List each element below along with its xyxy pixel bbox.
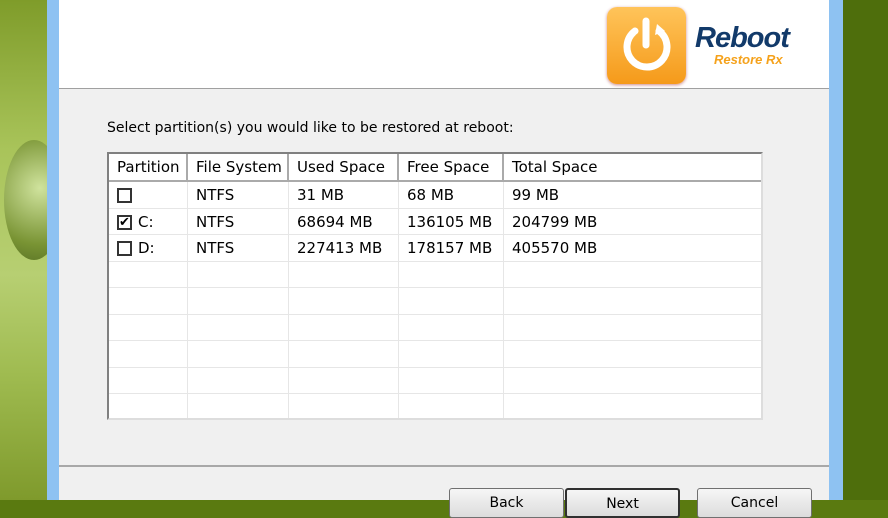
cell-text: 99 MB	[512, 186, 560, 204]
column-header-free-space[interactable]: Free Space	[399, 154, 504, 180]
table-cell: 405570 MB	[504, 235, 761, 261]
cell-text: NTFS	[196, 212, 235, 231]
table-cell	[188, 367, 289, 393]
table-row[interactable]: D: NTFS 227413 MB 178157 MB 405570 MB	[109, 235, 761, 262]
back-button[interactable]: Back	[449, 488, 564, 518]
table-cell: 31 MB	[289, 182, 399, 208]
desktop-wallpaper	[0, 0, 64, 500]
table-cell	[504, 368, 761, 394]
cell-text: 68 MB	[407, 186, 455, 204]
cell-text: 136105 MB	[407, 212, 493, 231]
table-cell	[109, 367, 188, 393]
column-header-partition[interactable]: Partition	[109, 154, 188, 180]
table-row[interactable]	[109, 341, 761, 368]
table-cell	[188, 341, 289, 367]
table-cell	[399, 394, 504, 418]
table-row[interactable]	[109, 394, 761, 418]
table-cell	[109, 261, 188, 287]
instruction-text: Select partition(s) you would like to be…	[107, 120, 514, 136]
table-cell: NTFS	[188, 235, 289, 261]
cell-text: 178157 MB	[407, 239, 493, 257]
table-row[interactable]: ✔ C: NTFS 68694 MB 136105 MB 204799 MB	[109, 208, 761, 235]
table-row[interactable]: NTFS 31 MB 68 MB 99 MB	[109, 182, 761, 209]
table-cell: NTFS	[188, 208, 289, 234]
cell-text: 68694 MB	[297, 212, 373, 231]
table-cell	[109, 341, 188, 367]
cell-text: C:	[138, 212, 154, 231]
table-cell	[289, 261, 399, 287]
table-cell	[289, 367, 399, 393]
cancel-button[interactable]: Cancel	[697, 488, 812, 518]
table-cell	[289, 288, 399, 314]
footer-divider	[59, 465, 829, 467]
power-logo-icon	[607, 7, 686, 84]
cell-text: 405570 MB	[512, 239, 598, 257]
next-button[interactable]: Next	[565, 488, 680, 518]
column-header-file-system[interactable]: File System	[188, 154, 289, 180]
table-row[interactable]	[109, 314, 761, 341]
table-cell	[188, 261, 289, 287]
setup-dialog: Reboot Restore Rx Select partition(s) yo…	[59, 0, 829, 518]
table-cell	[504, 394, 761, 418]
table-cell	[504, 341, 761, 367]
table-cell: 178157 MB	[399, 235, 504, 261]
dialog-header: Reboot Restore Rx	[59, 0, 829, 89]
table-cell	[504, 288, 761, 314]
table-cell	[109, 314, 188, 340]
cell-text: D:	[138, 239, 155, 257]
partition-checkbox[interactable]	[117, 188, 132, 203]
column-header-total-space[interactable]: Total Space	[504, 154, 761, 180]
table-cell	[289, 341, 399, 367]
column-header-used-space[interactable]: Used Space	[289, 154, 399, 180]
table-cell	[109, 182, 188, 208]
table-cell: 68694 MB	[289, 208, 399, 234]
table-row[interactable]	[109, 288, 761, 315]
table-cell	[188, 314, 289, 340]
table-cell: ✔ C:	[109, 208, 188, 234]
cell-text: NTFS	[196, 186, 235, 204]
partition-table: Partition File System Used Space Free Sp…	[107, 152, 763, 420]
table-cell	[188, 394, 289, 418]
table-cell: 227413 MB	[289, 235, 399, 261]
checked-partition-checkbox[interactable]: ✔	[117, 214, 132, 230]
table-cell: 204799 MB	[504, 209, 761, 235]
cell-text: 31 MB	[297, 186, 345, 204]
table-cell	[399, 367, 504, 393]
table-cell	[399, 314, 504, 340]
desktop-wallpaper-right	[843, 0, 888, 500]
table-cell: 68 MB	[399, 182, 504, 208]
partition-checkbox[interactable]	[117, 241, 132, 256]
table-cell	[504, 315, 761, 341]
table-cell	[399, 288, 504, 314]
table-row[interactable]	[109, 367, 761, 394]
window-frame-right	[829, 0, 843, 500]
table-cell	[289, 314, 399, 340]
table-cell	[109, 394, 188, 418]
window-frame-left	[47, 0, 59, 500]
table-cell: 136105 MB	[399, 208, 504, 234]
table-cell: NTFS	[188, 182, 289, 208]
table-cell	[109, 288, 188, 314]
table-cell: 99 MB	[504, 182, 761, 208]
cell-text: 204799 MB	[512, 212, 598, 231]
table-cell	[399, 341, 504, 367]
cell-text: NTFS	[196, 239, 235, 257]
table-header: Partition File System Used Space Free Sp…	[109, 154, 761, 182]
table-cell	[289, 394, 399, 418]
table-row[interactable]	[109, 261, 761, 288]
logo-title: Reboot	[695, 22, 790, 54]
table-cell	[504, 262, 761, 288]
logo-subtitle: Restore Rx	[714, 52, 783, 67]
cell-text: 227413 MB	[297, 239, 383, 257]
table-cell	[188, 288, 289, 314]
table-cell	[399, 261, 504, 287]
table-cell: D:	[109, 235, 188, 261]
